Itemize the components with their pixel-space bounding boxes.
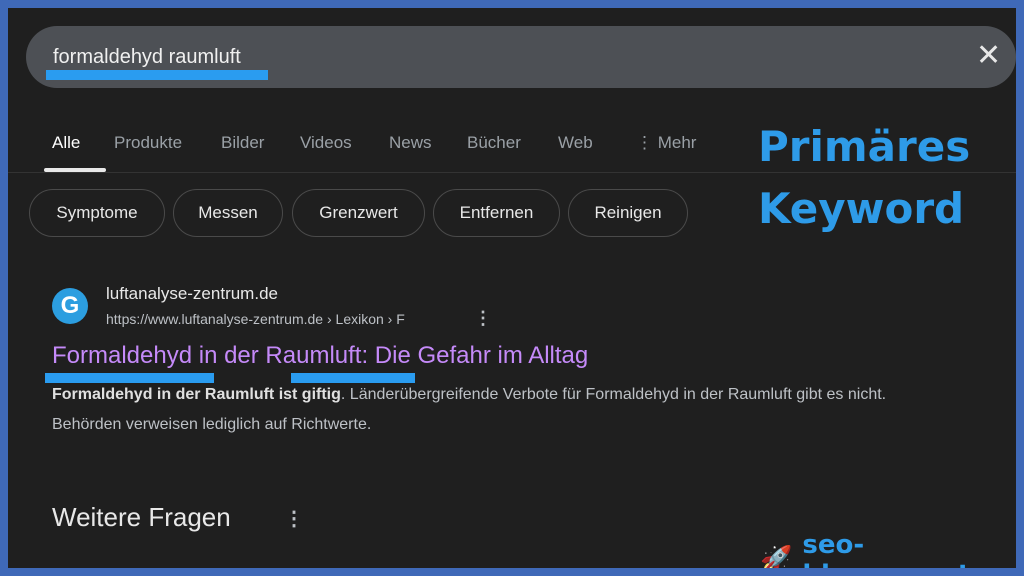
chip-messen[interactable]: Messen — [173, 189, 283, 237]
keyword-highlight-underline — [46, 70, 268, 80]
tab-mehr[interactable]: ⋮ Mehr — [636, 133, 696, 153]
result-breadcrumb[interactable]: https://www.luftanalyse-zentrum.de › Lex… — [106, 311, 405, 327]
close-icon[interactable]: ✕ — [976, 41, 1001, 71]
chip-reinigen[interactable]: Reinigen — [568, 189, 688, 237]
more-options-icon[interactable]: ⋮ — [474, 308, 492, 329]
brand-logo: 🚀 seo-blogger.net — [760, 530, 1016, 568]
more-options-icon[interactable]: ⋮ — [284, 506, 304, 531]
snippet-bold: Formaldehyd in der Raumluft ist giftig — [52, 386, 341, 403]
search-results-page: formaldehyd raumluft ✕ Alle Produkte Bil… — [8, 8, 1016, 568]
section-title: Weitere Fragen — [52, 502, 231, 532]
rocket-icon: 🚀 — [760, 545, 793, 568]
tab-alle[interactable]: Alle — [52, 133, 80, 153]
tab-bilder[interactable]: Bilder — [221, 133, 264, 153]
result-site-name[interactable]: luftanalyse-zentrum.de — [106, 284, 278, 304]
result-title-link[interactable]: Formaldehyd in der Raumluft: Die Gefahr … — [52, 342, 588, 370]
annotation-line: Primäres — [758, 122, 971, 171]
annotation-label: Primäres Keyword — [758, 116, 970, 240]
annotation-line: Keyword — [758, 184, 965, 233]
tab-videos[interactable]: Videos — [300, 133, 352, 153]
tab-buecher[interactable]: Bücher — [467, 133, 521, 153]
search-input[interactable]: formaldehyd raumluft — [53, 46, 241, 69]
tab-web[interactable]: Web — [558, 133, 593, 153]
chip-entfernen[interactable]: Entfernen — [433, 189, 560, 237]
site-favicon: G — [52, 288, 88, 324]
chip-symptome[interactable]: Symptome — [29, 189, 165, 237]
tab-news[interactable]: News — [389, 133, 432, 153]
chip-grenzwert[interactable]: Grenzwert — [292, 189, 425, 237]
tab-produkte[interactable]: Produkte — [114, 133, 182, 153]
brand-name: seo-blogger.net — [802, 530, 970, 568]
result-snippet: Formaldehyd in der Raumluft ist giftig. … — [52, 380, 952, 440]
